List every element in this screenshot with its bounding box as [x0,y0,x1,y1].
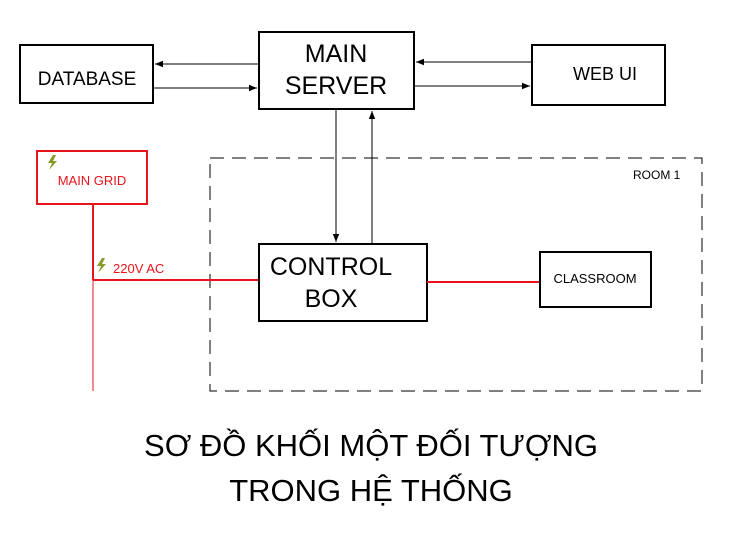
diagram-title-line2: TRONG HỆ THỐNG [229,473,513,508]
control-box-label-line1: CONTROL [270,253,392,281]
web-ui-label: WEB UI [573,64,637,84]
lightning-bolt-icon [97,258,106,273]
diagram-title-line1: SƠ ĐỒ KHỐI MỘT ĐỐI TƯỢNG [144,428,598,463]
power-voltage-label: 220V AC [113,261,164,276]
room-label: ROOM 1 [633,168,681,182]
control-box-label-line2: BOX [305,285,358,313]
main-server-label-line2: SERVER [285,72,387,100]
main-server-label-line1: MAIN [305,40,368,68]
main-grid-label: MAIN GRID [58,173,127,188]
classroom-label: CLASSROOM [553,271,636,286]
database-label: DATABASE [38,69,137,90]
